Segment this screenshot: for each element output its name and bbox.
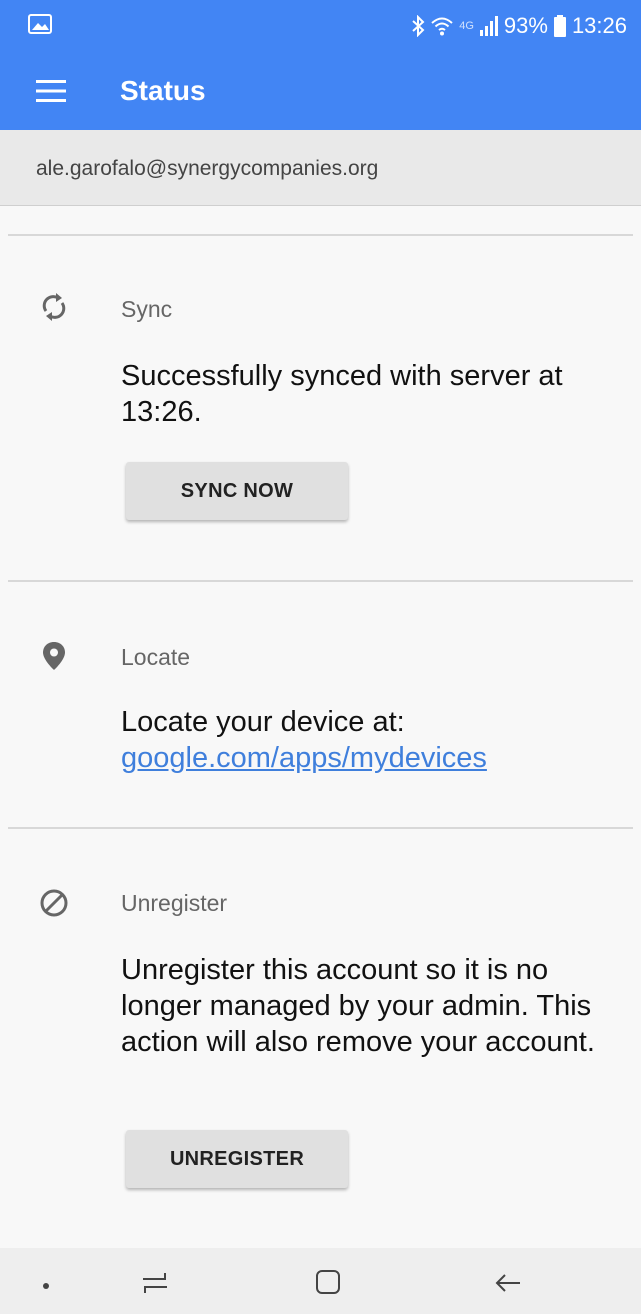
divider [8, 827, 633, 829]
sync-icon [42, 293, 66, 321]
dot-icon[interactable] [26, 1262, 66, 1302]
account-email: ale.garofalo@synergycompanies.org [36, 157, 379, 180]
signal-icon [479, 16, 498, 36]
battery-icon [553, 15, 566, 37]
wifi-icon [431, 17, 453, 36]
sync-label: Sync [121, 296, 173, 322]
locate-text: Locate your device at: google.com/apps/m… [121, 704, 611, 776]
hamburger-menu-icon[interactable] [36, 79, 66, 103]
locate-label: Locate [121, 644, 191, 670]
battery-percent: 93% [503, 13, 548, 38]
image-icon [28, 14, 52, 34]
clock: 13:26 [571, 13, 627, 38]
home-icon[interactable] [308, 1262, 348, 1302]
unregister-description: Unregister this account so it is no long… [121, 954, 595, 1058]
unregister-button[interactable]: UNREGISTER [126, 1130, 348, 1188]
lte-icon: 4G [459, 20, 474, 32]
navigation-bar [0, 1248, 641, 1314]
divider [8, 580, 633, 582]
page-title: Status [120, 75, 206, 106]
app-bar: Status [0, 52, 641, 130]
account-bar: ale.garofalo@synergycompanies.org [0, 130, 641, 206]
bluetooth-icon [412, 15, 425, 37]
unregister-label: Unregister [121, 890, 228, 916]
back-icon[interactable] [488, 1262, 528, 1302]
status-bar: 4G 93% 13:26 [0, 0, 641, 52]
sync-now-button[interactable]: SYNC NOW [126, 462, 348, 520]
divider [8, 234, 633, 236]
location-pin-icon [43, 642, 65, 670]
mydevices-link[interactable]: google.com/apps/mydevices [121, 742, 487, 774]
block-icon [40, 889, 68, 917]
locate-description: Locate your device at: [121, 706, 405, 738]
sync-status-text: Successfully synced with server at 13:26… [121, 360, 563, 428]
recents-icon[interactable] [135, 1262, 175, 1302]
